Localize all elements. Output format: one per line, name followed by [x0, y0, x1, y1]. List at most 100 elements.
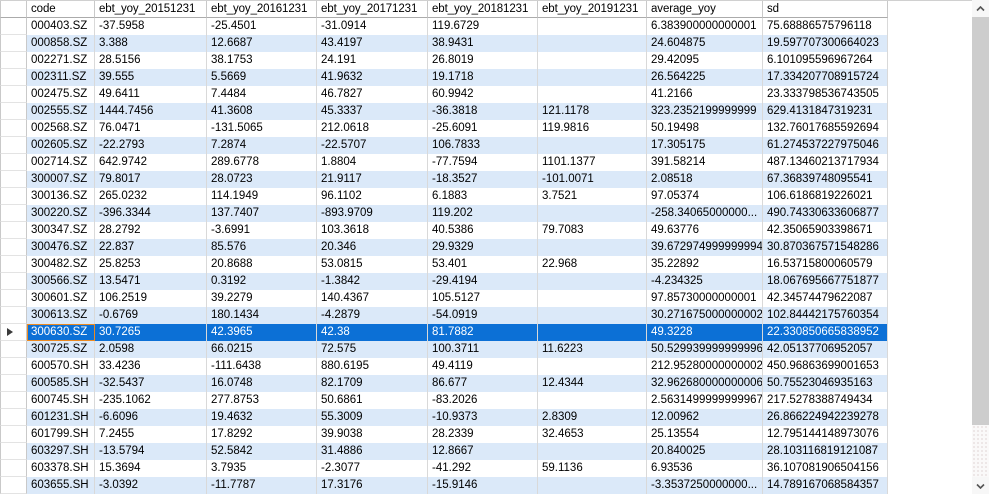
cell-ebt_yoy_20181231[interactable]: -10.9373 — [428, 409, 538, 426]
cell-ebt_yoy_20181231[interactable]: -18.3527 — [428, 171, 538, 188]
cell-ebt_yoy_20151231[interactable]: 76.0471 — [95, 120, 207, 137]
cell-sd[interactable]: 19.597707300664023 — [763, 35, 888, 52]
cell-sd[interactable]: 132.76017685592694 — [763, 120, 888, 137]
cell-ebt_yoy_20181231[interactable]: -15.9146 — [428, 477, 538, 494]
cell-sd[interactable]: 75.68886575796118 — [763, 18, 888, 35]
cell-ebt_yoy_20171231[interactable]: 1.8804 — [317, 154, 428, 171]
cell-sd[interactable]: 28.103116819121087 — [763, 443, 888, 460]
row-indicator[interactable] — [0, 290, 27, 307]
cell-sd[interactable]: 67.36839748095541 — [763, 171, 888, 188]
cell-sd[interactable]: 22.330850665838952 — [763, 324, 888, 341]
column-header-average_yoy[interactable]: average_yoy — [647, 1, 763, 18]
row-indicator[interactable] — [0, 137, 27, 154]
cell-ebt_yoy_20151231[interactable]: 49.6411 — [95, 86, 207, 103]
cell-sd[interactable]: 16.53715800060579 — [763, 256, 888, 273]
cell-ebt_yoy_20191231[interactable]: 121.1178 — [538, 103, 647, 120]
cell-average_yoy[interactable]: 20.840025 — [647, 443, 763, 460]
column-header-code[interactable]: code — [27, 1, 95, 18]
cell-ebt_yoy_20181231[interactable]: 26.8019 — [428, 52, 538, 69]
cell-ebt_yoy_20181231[interactable]: 100.3711 — [428, 341, 538, 358]
cell-ebt_yoy_20181231[interactable]: 86.677 — [428, 375, 538, 392]
cell-sd[interactable]: 12.795144148973076 — [763, 426, 888, 443]
cell-ebt_yoy_20181231[interactable]: 60.9942 — [428, 86, 538, 103]
table-row[interactable]: 300476.SZ 22.837 85.576 20.346 29.9329 39.672… — [0, 239, 972, 256]
cell-ebt_yoy_20191231[interactable]: 2.8309 — [538, 409, 647, 426]
cell-code[interactable]: 002605.SZ — [27, 137, 95, 154]
cell-sd[interactable]: 629.4131847319231 — [763, 103, 888, 120]
cell-code[interactable]: 600745.SH — [27, 392, 95, 409]
vertical-scrollbar[interactable] — [972, 0, 989, 494]
table-row[interactable]: 601799.SH 7.2455 17.8292 39.9038 28.2339 32.4… — [0, 426, 972, 443]
cell-ebt_yoy_20151231[interactable]: 2.0598 — [95, 341, 207, 358]
row-indicator[interactable] — [0, 324, 27, 341]
cell-ebt_yoy_20181231[interactable]: -77.7594 — [428, 154, 538, 171]
cell-ebt_yoy_20191231[interactable]: 32.4653 — [538, 426, 647, 443]
cell-ebt_yoy_20151231[interactable]: -235.1062 — [95, 392, 207, 409]
cell-average_yoy[interactable]: 35.22892 — [647, 256, 763, 273]
cell-ebt_yoy_20171231[interactable]: 42.38 — [317, 324, 428, 341]
cell-ebt_yoy_20171231[interactable]: -4.2879 — [317, 307, 428, 324]
table-row[interactable]: 002605.SZ -22.2793 7.2874 -22.5707 106.7833 1… — [0, 137, 972, 154]
cell-ebt_yoy_20171231[interactable]: 31.4886 — [317, 443, 428, 460]
cell-ebt_yoy_20161231[interactable]: 12.6687 — [207, 35, 317, 52]
column-header-ebt_yoy_20191231[interactable]: ebt_yoy_20191231 — [538, 1, 647, 18]
cell-ebt_yoy_20171231[interactable]: 96.1102 — [317, 188, 428, 205]
cell-ebt_yoy_20191231[interactable] — [538, 86, 647, 103]
cell-sd[interactable]: 102.84442175760354 — [763, 307, 888, 324]
cell-ebt_yoy_20191231[interactable] — [538, 477, 647, 494]
cell-average_yoy[interactable]: 49.63776 — [647, 222, 763, 239]
cell-code[interactable]: 300347.SZ — [27, 222, 95, 239]
cell-ebt_yoy_20171231[interactable]: 24.191 — [317, 52, 428, 69]
cell-average_yoy[interactable]: -4.234325 — [647, 273, 763, 290]
cell-code[interactable]: 603378.SH — [27, 460, 95, 477]
cell-code[interactable]: 002271.SZ — [27, 52, 95, 69]
cell-sd[interactable]: 50.75523046935163 — [763, 375, 888, 392]
row-indicator[interactable] — [0, 358, 27, 375]
table-row[interactable]: 300347.SZ 28.2792 -3.6991 103.3618 40.5386 79… — [0, 222, 972, 239]
cell-code[interactable]: 603297.SH — [27, 443, 95, 460]
cell-average_yoy[interactable]: 30.271675000000002 — [647, 307, 763, 324]
column-header-ebt_yoy_20151231[interactable]: ebt_yoy_20151231 — [95, 1, 207, 18]
cell-ebt_yoy_20181231[interactable]: 81.7882 — [428, 324, 538, 341]
cell-ebt_yoy_20171231[interactable]: 39.9038 — [317, 426, 428, 443]
row-indicator[interactable] — [0, 409, 27, 426]
cell-code[interactable]: 300482.SZ — [27, 256, 95, 273]
table-row[interactable]: 600570.SH 33.4236 -111.6438 880.6195 49.4119… — [0, 358, 972, 375]
cell-ebt_yoy_20171231[interactable]: 20.346 — [317, 239, 428, 256]
cell-ebt_yoy_20151231[interactable]: -13.5794 — [95, 443, 207, 460]
cell-average_yoy[interactable]: 49.3228 — [647, 324, 763, 341]
cell-ebt_yoy_20161231[interactable]: -131.5065 — [207, 120, 317, 137]
table-row[interactable]: 603378.SH 15.3694 3.7935 -2.3077 -41.292 59.1… — [0, 460, 972, 477]
cell-ebt_yoy_20171231[interactable]: 53.0815 — [317, 256, 428, 273]
cell-code[interactable]: 002475.SZ — [27, 86, 95, 103]
cell-sd[interactable]: 14.789167068584357 — [763, 477, 888, 494]
cell-ebt_yoy_20191231[interactable] — [538, 392, 647, 409]
cell-ebt_yoy_20171231[interactable]: 82.1709 — [317, 375, 428, 392]
row-indicator[interactable] — [0, 205, 27, 222]
cell-ebt_yoy_20151231[interactable]: -32.5437 — [95, 375, 207, 392]
row-indicator[interactable] — [0, 18, 27, 35]
cell-ebt_yoy_20161231[interactable]: 20.8688 — [207, 256, 317, 273]
cell-ebt_yoy_20161231[interactable]: -11.7787 — [207, 477, 317, 494]
cell-ebt_yoy_20161231[interactable]: 38.1753 — [207, 52, 317, 69]
cell-ebt_yoy_20171231[interactable]: 46.7827 — [317, 86, 428, 103]
cell-average_yoy[interactable]: 25.13554 — [647, 426, 763, 443]
row-indicator[interactable] — [0, 392, 27, 409]
cell-ebt_yoy_20181231[interactable]: 19.1718 — [428, 69, 538, 86]
cell-average_yoy[interactable]: 391.58214 — [647, 154, 763, 171]
cell-code[interactable]: 300613.SZ — [27, 307, 95, 324]
cell-ebt_yoy_20191231[interactable]: -101.0071 — [538, 171, 647, 188]
cell-ebt_yoy_20181231[interactable]: 106.7833 — [428, 137, 538, 154]
table-row[interactable]: 002271.SZ 28.5156 38.1753 24.191 26.8019 29.4… — [0, 52, 972, 69]
cell-ebt_yoy_20151231[interactable]: -6.6096 — [95, 409, 207, 426]
cell-ebt_yoy_20191231[interactable]: 12.4344 — [538, 375, 647, 392]
cell-ebt_yoy_20191231[interactable] — [538, 273, 647, 290]
cell-average_yoy[interactable]: 323.2352199999999 — [647, 103, 763, 120]
cell-sd[interactable]: 42.35065903398671 — [763, 222, 888, 239]
cell-ebt_yoy_20181231[interactable]: 119.6729 — [428, 18, 538, 35]
cell-average_yoy[interactable]: 41.2166 — [647, 86, 763, 103]
column-header-sd[interactable]: sd — [763, 1, 888, 18]
table-row[interactable]: 002714.SZ 642.9742 289.6778 1.8804 -77.7594 1… — [0, 154, 972, 171]
cell-ebt_yoy_20181231[interactable]: 28.2339 — [428, 426, 538, 443]
row-indicator[interactable] — [0, 103, 27, 120]
